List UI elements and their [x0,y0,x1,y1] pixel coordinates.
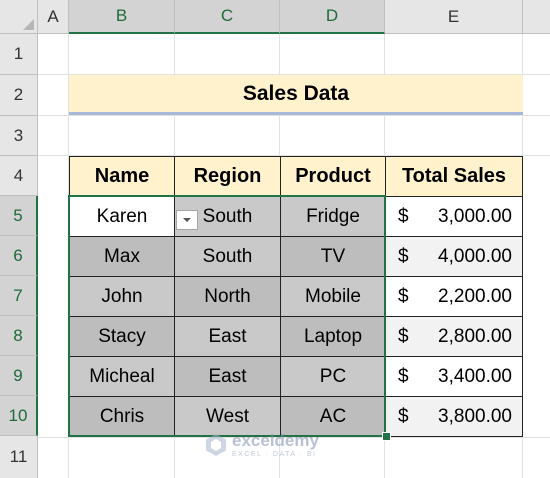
table-cell-name[interactable]: Stacy [69,316,175,357]
row-header-9[interactable]: 9 [0,356,38,396]
table-cell-name[interactable]: John [69,276,175,317]
column-header-a[interactable]: A [38,0,69,34]
table-cell-name[interactable]: Karen [69,196,175,237]
currency-symbol: $ [398,285,409,307]
sales-value: 3,800.00 [438,405,512,427]
table-cell-total-sales[interactable]: $2,200.00 [385,276,523,317]
autofill-options-button[interactable] [176,210,198,230]
table-cell-product[interactable]: TV [280,236,386,277]
table-cell-product[interactable]: Mobile [280,276,386,317]
chevron-down-icon [183,218,191,222]
table-cell-total-sales[interactable]: $3,000.00 [385,196,523,237]
column-header-e[interactable]: E [385,0,523,34]
table-cell-region[interactable]: South [174,236,281,277]
table-cell-total-sales[interactable]: $3,800.00 [385,396,523,437]
table-cell-name[interactable]: Micheal [69,356,175,397]
table-header-name[interactable]: Name [69,156,175,197]
currency-symbol: $ [398,365,409,387]
sales-value: 2,200.00 [438,285,512,307]
table-cell-product[interactable]: Laptop [280,316,386,357]
sales-value: 3,000.00 [438,205,512,227]
column-header-c[interactable]: C [175,0,280,34]
currency-symbol: $ [398,245,409,267]
table-cell-total-sales[interactable]: $2,800.00 [385,316,523,357]
select-all-triangle-icon [23,19,34,30]
row-header-7[interactable]: 7 [0,276,38,316]
row-header-1[interactable]: 1 [0,34,38,75]
row-header-10[interactable]: 10 [0,396,38,436]
fill-handle[interactable] [382,432,391,441]
sheet-title[interactable]: Sales Data [69,75,523,115]
row-header-6[interactable]: 6 [0,236,38,276]
table-cell-name[interactable]: Chris [69,396,175,437]
currency-symbol: $ [398,405,409,427]
table-cell-product[interactable]: PC [280,356,386,397]
table-cell-region[interactable]: East [174,316,281,357]
row-header-8[interactable]: 8 [0,316,38,356]
select-all-corner[interactable] [0,0,38,34]
column-header-d[interactable]: D [280,0,385,34]
column-header-f-partial[interactable] [523,0,550,34]
currency-symbol: $ [398,325,409,347]
currency-symbol: $ [398,205,409,227]
row-header-2[interactable]: 2 [0,75,38,116]
table-cell-name[interactable]: Max [69,236,175,277]
row-header-4[interactable]: 4 [0,156,38,196]
sales-value: 3,400.00 [438,365,512,387]
table-header-total-sales[interactable]: Total Sales [385,156,523,197]
table-cell-region[interactable]: North [174,276,281,317]
table-header-product[interactable]: Product [280,156,386,197]
table-cell-region[interactable]: East [174,356,281,397]
table-cell-product[interactable]: Fridge [280,196,386,237]
row-header-11[interactable]: 11 [0,436,38,478]
table-cell-total-sales[interactable]: $3,400.00 [385,356,523,397]
exceldemy-watermark: exceldemy EXCEL · DATA · BI [204,432,319,458]
table-header-region[interactable]: Region [174,156,281,197]
gridline [38,115,550,116]
row-header-3[interactable]: 3 [0,116,38,156]
watermark-tagline: EXCEL · DATA · BI [232,451,317,458]
exceldemy-logo-icon [206,434,226,456]
spreadsheet-grid[interactable]: A B C D E 1 2 3 4 5 6 7 8 9 10 11 Sales … [0,0,550,478]
table-cell-total-sales[interactable]: $4,000.00 [385,236,523,277]
row-header-5[interactable]: 5 [0,196,38,236]
column-header-b[interactable]: B [69,0,175,34]
sales-value: 4,000.00 [438,245,512,267]
sales-value: 2,800.00 [438,325,512,347]
watermark-name: exceldemy [232,431,319,450]
